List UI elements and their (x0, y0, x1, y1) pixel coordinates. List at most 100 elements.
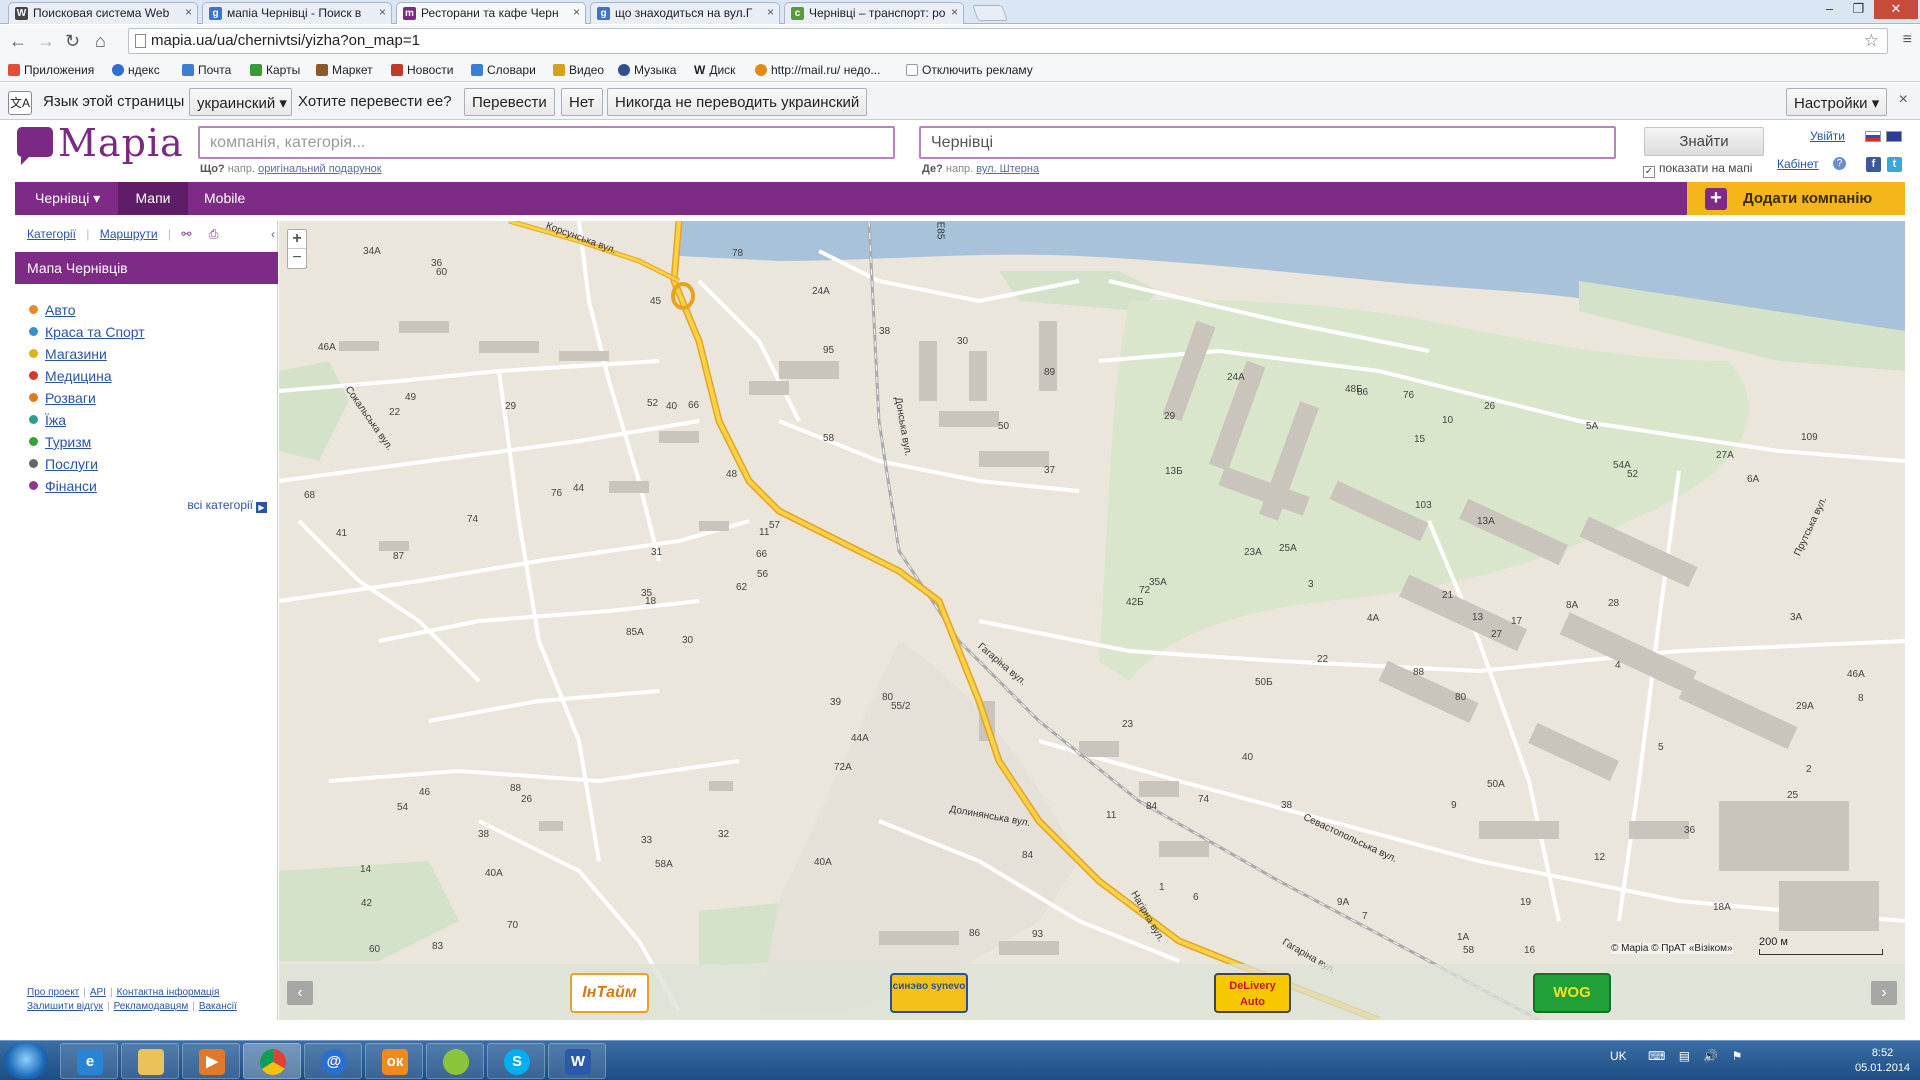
taskbar-skype[interactable]: S (487, 1043, 545, 1079)
footer-link-vacancies[interactable]: Вакансії (199, 1001, 237, 1012)
footer-link-contacts[interactable]: Контактна інформація (117, 987, 220, 998)
close-window-icon[interactable]: ✕ (1874, 0, 1918, 19)
where-hint-example[interactable]: вул. Штерна (976, 163, 1039, 175)
what-hint-example[interactable]: оригінальний подарунок (258, 163, 381, 175)
print-icon[interactable]: ⎙ (209, 227, 219, 241)
footer-link-about[interactable]: Про проект (27, 987, 79, 998)
taskbar-icq[interactable] (426, 1043, 484, 1079)
start-button-icon[interactable] (4, 1043, 48, 1079)
taskbar-odnoklassniki[interactable]: ок (365, 1043, 423, 1079)
close-tab-icon[interactable]: × (573, 5, 580, 19)
language-indicator[interactable]: UK (1610, 1049, 1627, 1063)
help-icon[interactable]: ? (1833, 157, 1846, 170)
category-item-food[interactable]: Їжа (29, 412, 145, 434)
close-tab-icon[interactable]: × (951, 5, 958, 19)
category-item-finance[interactable]: Фінанси (29, 478, 145, 500)
close-tab-icon[interactable]: × (379, 5, 386, 19)
link-icon[interactable]: ⚯ (181, 227, 191, 241)
language-select[interactable]: украинский ▾ (189, 88, 292, 116)
bookmark-mailru[interactable]: http://mail.ru/ недо... (755, 63, 880, 77)
volume-icon[interactable]: 🔊 (1703, 1049, 1718, 1063)
category-item-tourism[interactable]: Туризм (29, 434, 145, 456)
translate-button[interactable]: Перевести (464, 88, 555, 116)
home-icon[interactable]: ⌂ (95, 31, 106, 52)
ads-next-icon[interactable]: › (1871, 981, 1897, 1005)
footer-link-advertisers[interactable]: Рекламодавцям (114, 1001, 189, 1012)
bookmark-yandex[interactable]: ндекс (112, 63, 160, 77)
what-search-input[interactable]: компанія, категорія... (198, 126, 895, 159)
taskbar-explorer[interactable] (121, 1043, 179, 1079)
site-logo[interactable]: Mapia (17, 121, 183, 166)
close-translate-icon[interactable]: × (1899, 91, 1908, 109)
taskbar-word[interactable]: W (548, 1043, 606, 1079)
bookmark-news[interactable]: Новости (391, 63, 453, 77)
bookmark-star-icon[interactable]: ☆ (1864, 31, 1879, 51)
zoom-in-icon[interactable]: + (288, 230, 306, 249)
footer-link-feedback[interactable]: Залишити відгук (27, 1001, 103, 1012)
category-item-auto[interactable]: Авто (29, 302, 145, 324)
city-dropdown[interactable]: Чернівці ▾ (21, 182, 114, 215)
bookmark-dictionaries[interactable]: Словари (471, 63, 536, 77)
translate-settings-button[interactable]: Настройки ▾ (1786, 88, 1888, 116)
never-translate-button[interactable]: Никогда не переводить украинский (607, 88, 868, 116)
tab-routes[interactable]: Маршрути (100, 227, 158, 241)
new-tab-button[interactable] (972, 5, 1008, 21)
keyboard-icon[interactable]: ⌨ (1648, 1049, 1665, 1063)
chrome-menu-icon[interactable]: ≡ (1903, 31, 1912, 49)
english-flag-icon[interactable] (1886, 131, 1902, 142)
bookmark-market[interactable]: Маркет (316, 63, 373, 77)
ad-wog-logo[interactable]: WOG (1533, 973, 1611, 1013)
nav-maps[interactable]: Мапи (118, 182, 188, 215)
bookmark-video[interactable]: Видео (553, 63, 604, 77)
taskbar-chrome[interactable] (243, 1043, 301, 1079)
login-link[interactable]: Увійти (1810, 129, 1845, 143)
add-company-button[interactable]: + Додати компанію (1687, 182, 1905, 215)
bookmark-apps[interactable]: Приложения (8, 63, 94, 77)
browser-tab[interactable]: c Чернівці – транспорт: ро × (784, 2, 964, 24)
map-canvas[interactable]: Корсунська вул. Сокальська вул. Гагаріна… (279, 221, 1905, 1020)
where-search-input[interactable]: Чернівці (919, 126, 1616, 159)
bookmark-disk[interactable]: W Диск (694, 63, 735, 77)
flag-icon[interactable]: ⚑ (1732, 1049, 1743, 1063)
ad-synevo-logo[interactable]: синэво synevo (890, 973, 968, 1013)
minimize-icon[interactable]: ‒ (1816, 0, 1843, 19)
taskbar-ie[interactable]: e (60, 1043, 118, 1079)
category-item-medicine[interactable]: Медицина (29, 368, 145, 390)
category-item-entertainment[interactable]: Розваги (29, 390, 145, 412)
network-icon[interactable]: ▤ (1679, 1049, 1690, 1063)
system-clock[interactable]: 8:52 05.01.2014 (1855, 1046, 1910, 1076)
browser-tab[interactable]: g що знаходиться на вул.Г × (590, 2, 780, 24)
category-item-services[interactable]: Послуги (29, 456, 145, 478)
facebook-icon[interactable]: f (1866, 157, 1881, 172)
category-item-beauty-sport[interactable]: Краса та Спорт (29, 324, 145, 346)
back-icon[interactable]: ← (9, 31, 27, 52)
close-tab-icon[interactable]: × (185, 5, 192, 19)
bookmark-mail[interactable]: Почта (182, 63, 231, 77)
all-categories-link[interactable]: всі категорії ▶ (187, 498, 267, 513)
ad-delivery-logo[interactable]: DeLivery Auto (1214, 973, 1291, 1013)
bookmark-music[interactable]: Музыка (618, 63, 676, 77)
maximize-icon[interactable]: ❐ (1845, 0, 1872, 19)
tab-categories[interactable]: Категорії (27, 227, 76, 241)
category-item-shops[interactable]: Магазини (29, 346, 145, 368)
taskbar-media[interactable]: ▶ (182, 1043, 240, 1079)
nav-mobile[interactable]: Mobile (190, 182, 259, 215)
address-bar[interactable]: mapia.ua/ua/chernivtsi/yizha?on_map=1 ☆ (128, 28, 1888, 54)
footer-link-api[interactable]: API (90, 987, 106, 998)
show-on-map-checkbox[interactable]: ✓ показати на мапі (1643, 161, 1752, 178)
find-button[interactable]: Знайти (1644, 127, 1764, 156)
twitter-icon[interactable]: t (1887, 157, 1902, 172)
ads-prev-icon[interactable]: ‹ (287, 981, 313, 1005)
close-tab-icon[interactable]: × (767, 5, 774, 19)
cabinet-link[interactable]: Кабінет (1777, 157, 1819, 171)
browser-tab[interactable]: W Поисковая система Web × (8, 2, 198, 24)
no-button[interactable]: Нет (561, 88, 603, 116)
taskbar-mail-agent[interactable]: @ (304, 1043, 362, 1079)
zoom-out-icon[interactable]: − (288, 249, 306, 268)
bookmark-maps[interactable]: Карты (250, 63, 300, 77)
browser-tab[interactable]: g мапіа Чернівці - Поиск в × (202, 2, 392, 24)
russian-flag-icon[interactable] (1865, 131, 1881, 142)
ad-intime-logo[interactable]: ІнТайм (570, 973, 649, 1013)
bookmark-disable-ads[interactable]: Отключить рекламу (906, 63, 1033, 77)
forward-icon[interactable]: → (37, 31, 55, 52)
